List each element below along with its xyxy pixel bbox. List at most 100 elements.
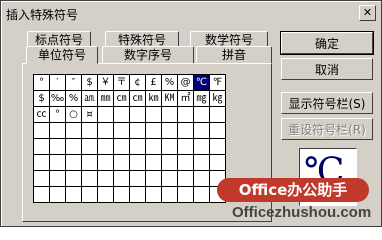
symbol-cell[interactable] [49, 186, 66, 203]
ok-button[interactable]: 确定 [280, 31, 374, 55]
symbol-cell[interactable] [129, 170, 146, 187]
symbol-cell[interactable] [65, 154, 82, 171]
symbol-cell[interactable]: ㎝ [129, 90, 146, 107]
symbol-cell[interactable] [49, 138, 66, 155]
symbol-cell[interactable] [161, 138, 178, 155]
symbol-cell[interactable]: ㎡ [177, 90, 194, 107]
symbol-cell[interactable] [145, 170, 162, 187]
symbol-cell[interactable] [177, 186, 194, 203]
symbol-cell[interactable] [193, 154, 210, 171]
symbol-cell[interactable] [33, 170, 50, 187]
symbol-cell[interactable] [81, 170, 98, 187]
symbol-cell[interactable] [97, 186, 114, 203]
symbol-cell[interactable]: $ [33, 90, 50, 107]
symbol-cell[interactable]: ′ [49, 74, 66, 91]
symbol-cell[interactable]: ￥ [97, 74, 114, 91]
symbol-cell[interactable] [65, 138, 82, 155]
show-toolbar-button[interactable]: 显示符号栏(S) [281, 92, 373, 114]
symbol-cell[interactable] [193, 170, 210, 187]
symbol-cell[interactable] [81, 138, 98, 155]
tab-numbering[interactable]: 数字序号 [102, 46, 194, 64]
symbol-cell[interactable] [33, 154, 50, 171]
symbol-cell[interactable]: ° [49, 106, 66, 123]
symbol-cell[interactable] [33, 138, 50, 155]
symbol-cell[interactable] [161, 170, 178, 187]
symbol-cell[interactable] [129, 106, 146, 123]
symbol-cell[interactable]: ㎝ [113, 90, 130, 107]
symbol-cell[interactable] [193, 106, 210, 123]
symbol-cell[interactable] [49, 154, 66, 171]
close-button[interactable]: ✕ [359, 5, 376, 21]
symbol-cell[interactable] [97, 154, 114, 171]
symbol-cell[interactable] [177, 170, 194, 187]
symbol-cell[interactable]: @ [177, 74, 194, 91]
cancel-button[interactable]: 取消 [281, 58, 373, 80]
symbol-cell[interactable] [177, 122, 194, 139]
symbol-cell[interactable]: ″ [65, 74, 82, 91]
symbol-cell[interactable]: ㏄ [33, 106, 50, 123]
symbol-cell[interactable]: ¢ [129, 74, 146, 91]
symbol-cell[interactable]: ○ [65, 106, 82, 123]
symbol-cell[interactable] [145, 122, 162, 139]
symbol-cell[interactable] [161, 122, 178, 139]
symbol-cell[interactable]: % [161, 74, 178, 91]
symbol-cell[interactable] [65, 186, 82, 203]
symbol-cell[interactable]: ° [33, 74, 50, 91]
symbol-cell[interactable]: $ [81, 74, 98, 91]
symbol-cell[interactable] [113, 186, 130, 203]
symbol-cell[interactable]: £ [145, 74, 162, 91]
symbol-cell[interactable] [209, 154, 226, 171]
symbol-cell[interactable] [145, 138, 162, 155]
symbol-cell[interactable] [81, 154, 98, 171]
symbol-cell[interactable] [97, 170, 114, 187]
symbol-cell[interactable]: ‰ [49, 90, 66, 107]
symbol-cell[interactable]: ㎜ [97, 90, 114, 107]
symbol-cell[interactable]: ¤ [81, 106, 98, 123]
symbol-cell[interactable] [193, 186, 210, 203]
symbol-cell[interactable] [161, 186, 178, 203]
symbol-cell[interactable] [65, 122, 82, 139]
symbol-cell[interactable]: ㎏ [209, 90, 226, 107]
symbol-cell[interactable] [97, 138, 114, 155]
symbol-cell[interactable] [193, 122, 210, 139]
symbol-cell[interactable] [81, 186, 98, 203]
symbol-cell[interactable] [161, 106, 178, 123]
symbol-cell[interactable]: % [65, 90, 82, 107]
symbol-cell[interactable] [177, 106, 194, 123]
symbol-cell[interactable] [145, 106, 162, 123]
symbol-cell[interactable] [129, 138, 146, 155]
tab-units[interactable]: 单位符号 [26, 46, 98, 64]
symbol-cell[interactable] [145, 186, 162, 203]
symbol-cell[interactable] [49, 122, 66, 139]
symbol-cell[interactable]: ㏂ [81, 90, 98, 107]
tab-pinyin[interactable]: 拼音 [196, 46, 272, 64]
symbol-cell[interactable] [145, 154, 162, 171]
symbol-cell[interactable] [49, 170, 66, 187]
symbol-cell[interactable] [113, 138, 130, 155]
symbol-cell[interactable]: ℉ [209, 74, 226, 91]
symbol-cell[interactable] [193, 138, 210, 155]
symbol-cell[interactable] [113, 122, 130, 139]
symbol-cell[interactable] [209, 138, 226, 155]
symbol-cell[interactable]: ㏎ [161, 90, 178, 107]
symbol-cell[interactable] [161, 154, 178, 171]
symbol-cell[interactable] [177, 154, 194, 171]
symbol-cell[interactable] [81, 122, 98, 139]
symbol-cell[interactable] [209, 122, 226, 139]
symbol-cell[interactable] [33, 122, 50, 139]
symbol-cell[interactable] [129, 122, 146, 139]
symbol-cell[interactable] [97, 106, 114, 123]
symbol-cell[interactable] [113, 170, 130, 187]
symbol-cell[interactable]: ℃ [193, 74, 210, 91]
symbol-cell[interactable] [113, 154, 130, 171]
symbol-cell[interactable] [33, 186, 50, 203]
symbol-cell[interactable] [97, 122, 114, 139]
symbol-cell[interactable] [129, 154, 146, 171]
symbol-cell[interactable] [177, 138, 194, 155]
symbol-cell[interactable] [113, 106, 130, 123]
symbol-cell[interactable]: ㎎ [193, 90, 210, 107]
symbol-cell[interactable] [129, 186, 146, 203]
symbol-cell[interactable] [65, 170, 82, 187]
symbol-cell[interactable] [209, 106, 226, 123]
symbol-cell[interactable]: ㎞ [145, 90, 162, 107]
